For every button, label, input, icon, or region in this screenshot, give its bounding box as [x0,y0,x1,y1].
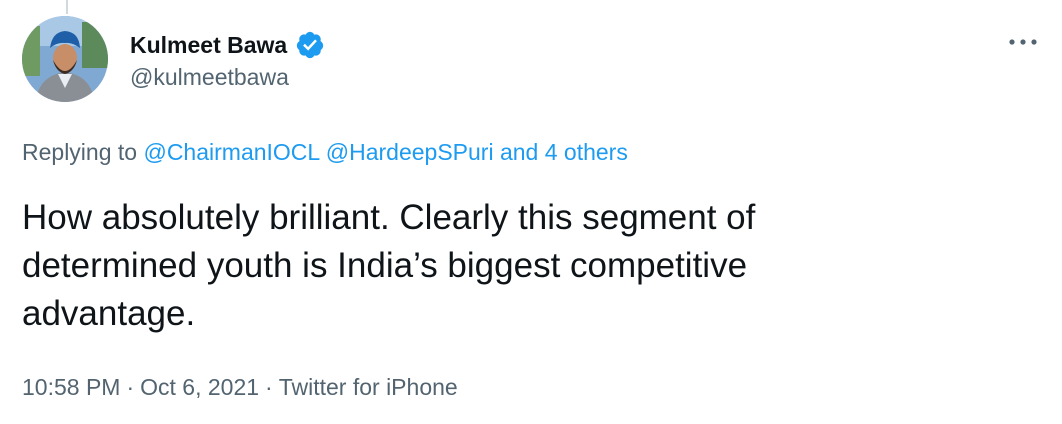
reply-prefix: Replying to [22,139,138,165]
avatar[interactable] [22,16,108,102]
profile-photo-icon [22,16,108,102]
tweet-text-line: advantage. [22,294,196,333]
meta-separator: · [265,374,273,400]
mention-link[interactable]: @ChairmanIOCL [143,139,319,165]
tweet-text-line: determined youth is India’s biggest comp… [22,246,748,285]
tweet-text-line: How absolutely brilliant. Clearly this s… [22,198,756,237]
thread-connector-line [66,0,68,14]
tweet-timestamp-date[interactable]: Oct 6, 2021 [140,374,259,400]
verified-badge-icon [295,30,325,60]
mention-link[interactable]: @HardeepSPuri [326,139,494,165]
tweet-source[interactable]: Twitter for iPhone [279,374,458,400]
ellipsis-icon [1009,39,1037,45]
more-options-button[interactable] [1006,28,1040,56]
tweet-text: How absolutely brilliant. Clearly this s… [22,194,1012,338]
tweet-metadata: 10:58 PM · Oct 6, 2021 · Twitter for iPhone [22,371,458,403]
author-display-name[interactable]: Kulmeet Bawa [130,30,287,60]
reply-context: Replying to @ChairmanIOCL @HardeepSPuri … [22,137,628,167]
meta-separator: · [126,374,135,400]
author-name-row: Kulmeet Bawa [130,30,325,60]
others-link[interactable]: and 4 others [500,139,628,165]
author-handle[interactable]: @kulmeetbawa [130,62,325,92]
tweet-timestamp-time[interactable]: 10:58 PM [22,374,120,400]
tweet-author: Kulmeet Bawa @kulmeetbawa [130,30,325,92]
